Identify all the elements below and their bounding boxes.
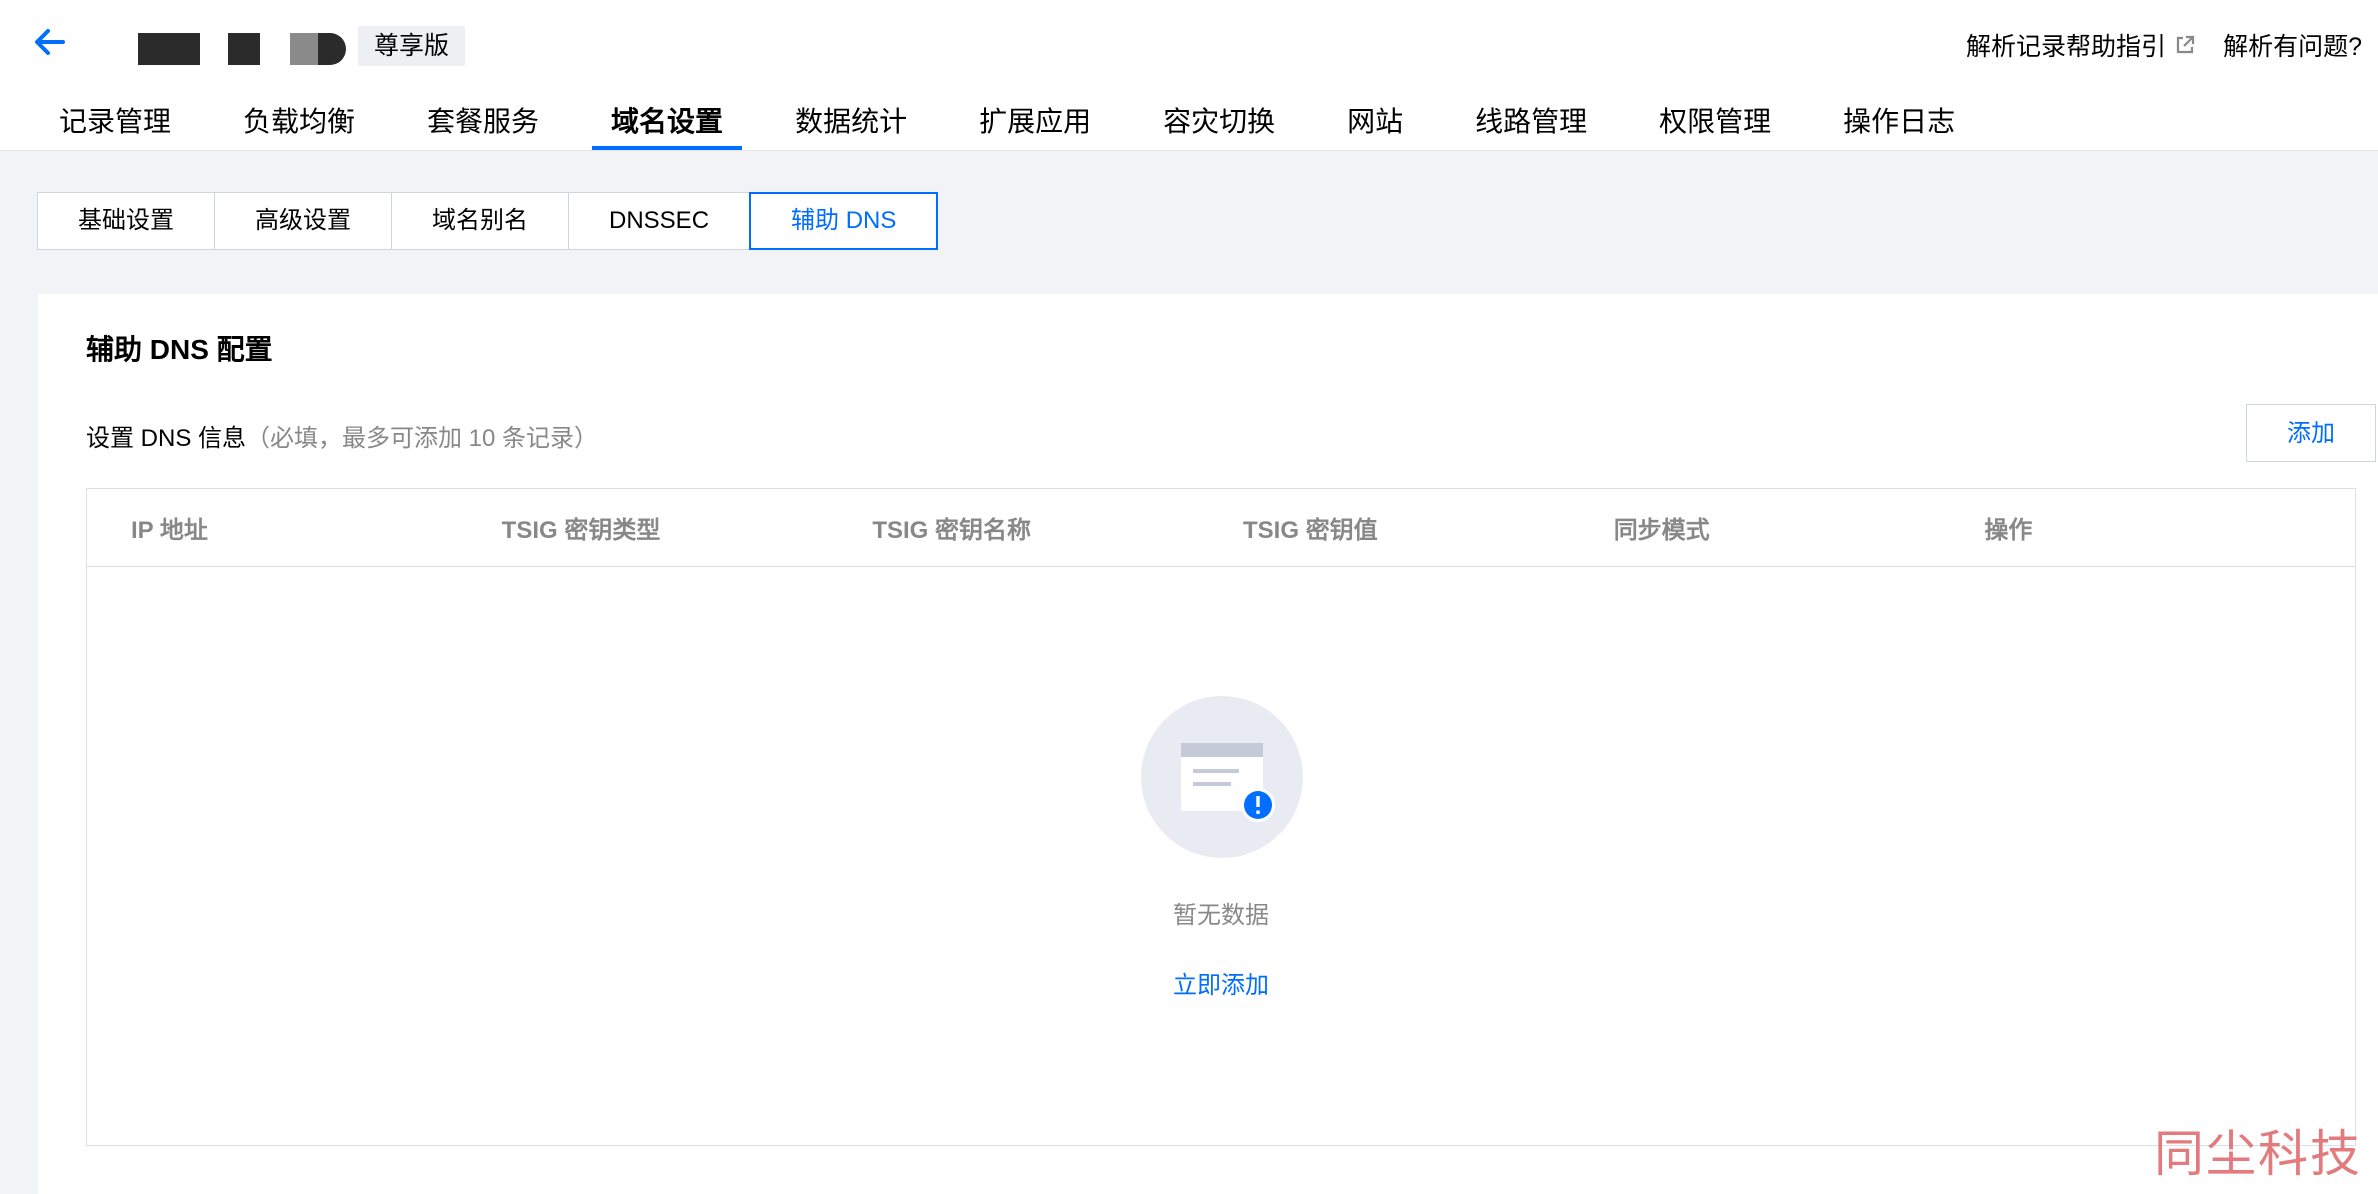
dns-info-label-text: 设置 DNS 信息 — [86, 425, 247, 452]
secondary-dns-panel: 辅助 DNS 配置 设置 DNS 信息（必填，最多可添加 10 条记录） 添加 … — [38, 294, 2378, 1194]
watermark: 同尘科技 — [2154, 1125, 2362, 1183]
dns-info-label: 设置 DNS 信息（必填，最多可添加 10 条记录） — [86, 418, 598, 453]
nav-item-statistics[interactable]: 数据统计 — [776, 100, 926, 150]
table-header: IP 地址 TSIG 密钥类型 TSIG 密钥名称 TSIG 密钥值 同步模式 … — [87, 489, 2355, 567]
help-guide-link[interactable]: 解析记录帮助指引 — [1966, 27, 2196, 63]
column-tsig-key-name: TSIG 密钥名称 — [872, 517, 1032, 544]
empty-text: 暂无数据 — [1173, 902, 1269, 929]
tab-dnssec[interactable]: DNSSEC — [568, 192, 751, 250]
nav-item-website[interactable]: 网站 — [1328, 100, 1422, 150]
arrow-left-icon[interactable] — [30, 22, 70, 62]
empty-doc-icon — [1141, 696, 1303, 858]
tab-secondary-dns[interactable]: 辅助 DNS — [749, 192, 939, 250]
nav-item-domain-settings[interactable]: 域名设置 — [592, 100, 743, 150]
empty-state: 暂无数据 立即添加 — [87, 567, 2355, 1145]
column-sync-mode: 同步模式 — [1613, 517, 1710, 544]
nav-item-permissions[interactable]: 权限管理 — [1640, 100, 1790, 150]
settings-sub-tabs: 基础设置 高级设置 域名别名 DNSSEC 辅助 DNS — [37, 192, 939, 250]
column-actions: 操作 — [1984, 517, 2033, 544]
nav-item-extensions[interactable]: 扩展应用 — [960, 100, 1110, 150]
dns-info-hint: （必填，最多可添加 10 条记录） — [246, 425, 599, 452]
nav-item-load-balancing[interactable]: 负载均衡 — [224, 100, 374, 150]
edition-badge: 尊享版 — [358, 26, 466, 66]
add-button[interactable]: 添加 — [2246, 404, 2376, 462]
dns-problem-link[interactable]: 解析有问题? — [2223, 27, 2362, 63]
nav-item-operation-log[interactable]: 操作日志 — [1824, 100, 1974, 150]
panel-title: 辅助 DNS 配置 — [86, 334, 273, 365]
main-nav: 记录管理 负载均衡 套餐服务 域名设置 数据统计 扩展应用 容灾切换 网站 线路… — [40, 100, 2008, 150]
nav-item-line-management[interactable]: 线路管理 — [1456, 100, 1606, 150]
column-ip-address: IP 地址 — [131, 517, 208, 544]
column-tsig-key-value: TSIG 密钥值 — [1243, 517, 1378, 544]
tab-basic-settings[interactable]: 基础设置 — [37, 192, 215, 250]
external-link-icon — [2176, 35, 2195, 54]
help-guide-label: 解析记录帮助指引 — [1965, 33, 2166, 61]
add-now-link[interactable]: 立即添加 — [87, 965, 2355, 1000]
tab-domain-alias[interactable]: 域名别名 — [391, 192, 569, 250]
secondary-dns-table: IP 地址 TSIG 密钥类型 TSIG 密钥名称 TSIG 密钥值 同步模式 … — [86, 488, 2356, 1146]
nav-item-disaster-recovery[interactable]: 容灾切换 — [1144, 100, 1294, 150]
tab-advanced-settings[interactable]: 高级设置 — [214, 192, 392, 250]
top-header: 尊享版 解析记录帮助指引 解析有问题? 记录管理 负载均衡 套餐服务 域名设置 … — [0, 0, 2378, 151]
nav-item-packages[interactable]: 套餐服务 — [408, 100, 558, 150]
column-tsig-key-type: TSIG 密钥类型 — [501, 517, 661, 544]
nav-item-records[interactable]: 记录管理 — [40, 100, 190, 150]
